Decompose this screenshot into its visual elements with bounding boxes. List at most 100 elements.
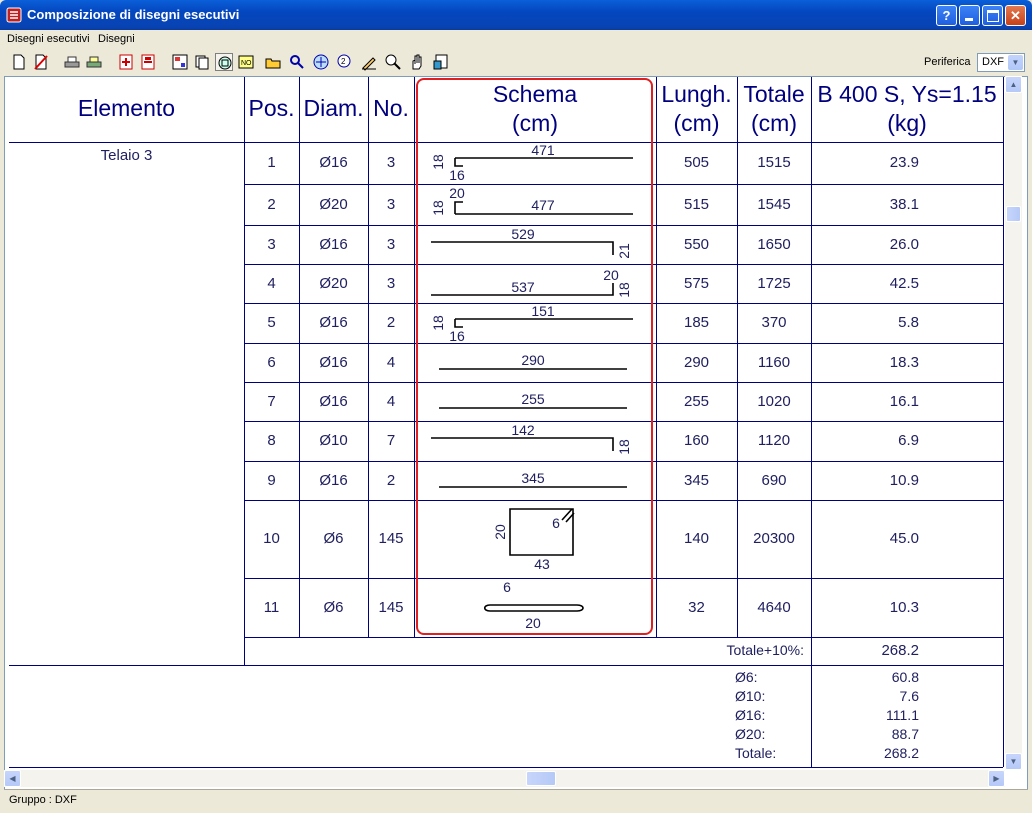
- export-icon[interactable]: [432, 53, 450, 71]
- row-diam: Ø16: [319, 154, 348, 171]
- row-pos: 10: [263, 530, 280, 547]
- row-pos: 6: [267, 353, 276, 371]
- menu-bar: Disegni esecutivi Disegni: [4, 31, 1028, 49]
- horizontal-scroll-thumb[interactable]: [526, 771, 556, 786]
- menu-disegni-esecutivi[interactable]: Disegni esecutivi: [7, 33, 90, 45]
- help-button[interactable]: ?: [936, 5, 957, 26]
- total-separator: [9, 665, 1003, 666]
- periferica-select[interactable]: DXF ▼: [977, 53, 1025, 72]
- scroll-left-icon[interactable]: ◀: [4, 770, 21, 787]
- status-text: Gruppo : DXF: [9, 794, 77, 806]
- zoom-window-icon[interactable]: [215, 53, 233, 71]
- close-button[interactable]: ✕: [1005, 5, 1026, 26]
- edit-icon[interactable]: [360, 53, 378, 71]
- horizontal-scrollbar[interactable]: ◀ ▶: [4, 770, 1005, 787]
- header-peso-line1: B 400 S, Ys=1.15: [817, 81, 997, 107]
- row-pos: 3: [267, 235, 276, 253]
- row-lungh: 32: [688, 598, 705, 616]
- header-totale-line2: (cm): [751, 110, 797, 136]
- row-diam: Ø16: [319, 353, 348, 371]
- row-peso: 10.9: [889, 471, 919, 489]
- row-peso: 23.9: [889, 154, 919, 171]
- row-no: 7: [386, 432, 396, 449]
- row-diam: Ø16: [319, 392, 348, 410]
- vertical-scroll-thumb[interactable]: [1006, 206, 1021, 222]
- schema-column-highlight: [416, 78, 653, 635]
- row-diam: Ø20: [319, 274, 348, 292]
- zoom-all-icon[interactable]: [312, 53, 330, 71]
- row-peso: 18.3: [889, 353, 919, 371]
- summary-bottom: [9, 767, 1003, 768]
- row-lungh: 140: [683, 530, 710, 547]
- hand-icon[interactable]: [408, 53, 426, 71]
- summary-label: Ø6:: [735, 669, 758, 685]
- add-drawing-icon[interactable]: [117, 53, 135, 71]
- header-diam: Diam.: [303, 95, 364, 121]
- menu-disegni[interactable]: Disegni: [98, 33, 135, 45]
- chevron-down-icon[interactable]: ▼: [1008, 55, 1023, 70]
- row-no: 145: [378, 530, 404, 547]
- minimize-button[interactable]: [959, 5, 980, 26]
- row-lungh: 575: [683, 274, 710, 292]
- summary-label: Ø10:: [735, 688, 766, 704]
- row-lungh: 255: [683, 392, 710, 410]
- maximize-button[interactable]: [982, 5, 1003, 26]
- svg-text:NO: NO: [241, 60, 252, 67]
- status-bar: Gruppo : DXF: [4, 789, 1028, 809]
- row-totale: 1545: [757, 195, 791, 213]
- scroll-right-icon[interactable]: ▶: [988, 770, 1005, 787]
- scroll-up-icon[interactable]: ▲: [1005, 76, 1022, 93]
- title-bar[interactable]: Composizione di disegni esecutivi ? ✕: [0, 0, 1032, 30]
- row-no: 3: [386, 274, 396, 292]
- page-icon[interactable]: NO: [237, 53, 255, 71]
- toolbar: NO 2 Periferica DXF ▼: [4, 50, 1028, 76]
- row-peso: 10.3: [889, 598, 919, 616]
- drawing-view[interactable]: Elemento Pos. Diam. No. Schema (cm) Lungh. (cm)…: [4, 76, 1028, 790]
- periferica-value: DXF: [982, 56, 1004, 68]
- table-right-border: [1003, 77, 1004, 767]
- scroll-down-icon[interactable]: ▼: [1005, 753, 1022, 770]
- remove-drawing-icon[interactable]: [139, 53, 157, 71]
- row-no: 145: [378, 598, 404, 616]
- row-no: 3: [386, 195, 396, 213]
- row-lungh: 290: [683, 353, 710, 371]
- row-totale: 1650: [757, 235, 791, 253]
- layout-icon[interactable]: [171, 53, 189, 71]
- row-diam: Ø6: [323, 598, 344, 616]
- zoom-in-icon[interactable]: 2: [336, 53, 354, 71]
- pan-icon[interactable]: [288, 53, 306, 71]
- row-peso: 6.9: [898, 432, 919, 449]
- new-icon[interactable]: [10, 53, 28, 71]
- summary-label: Ø16:: [735, 707, 766, 723]
- total-value: 268.2: [881, 642, 919, 659]
- print-setup-icon[interactable]: [85, 53, 103, 71]
- row-diam: Ø20: [319, 195, 348, 213]
- row-pos: 11: [263, 598, 280, 616]
- copy-icon[interactable]: [193, 53, 211, 71]
- row-lungh: 515: [683, 195, 710, 213]
- delete-icon[interactable]: [32, 53, 50, 71]
- open-icon[interactable]: [264, 53, 282, 71]
- summary-label: Ø20:: [735, 726, 766, 742]
- row-peso: 5.8: [898, 314, 919, 331]
- print-icon[interactable]: [63, 53, 81, 71]
- row-totale: 1725: [757, 274, 791, 292]
- vertical-scrollbar[interactable]: ▲ ▼: [1005, 76, 1022, 770]
- total-label: Totale+10%:: [726, 642, 804, 658]
- row-pos: 8: [267, 432, 276, 449]
- row-peso: 45.0: [889, 530, 919, 547]
- row-peso: 26.0: [889, 235, 919, 253]
- row-peso: 16.1: [889, 392, 919, 410]
- row-no: 4: [386, 353, 396, 371]
- row-pos: 4: [267, 274, 276, 292]
- row-totale: 1515: [757, 154, 791, 171]
- row-no: 2: [386, 314, 396, 331]
- row-peso: 38.1: [889, 195, 919, 213]
- summary-value: 268.2: [883, 745, 919, 761]
- row-separator: [244, 637, 1003, 638]
- find-icon[interactable]: [384, 53, 402, 71]
- header-pos: Pos.: [248, 95, 295, 121]
- header-totale-line1: Totale: [743, 81, 805, 107]
- summary-label: Totale:: [735, 745, 777, 761]
- row-no: 4: [386, 392, 396, 410]
